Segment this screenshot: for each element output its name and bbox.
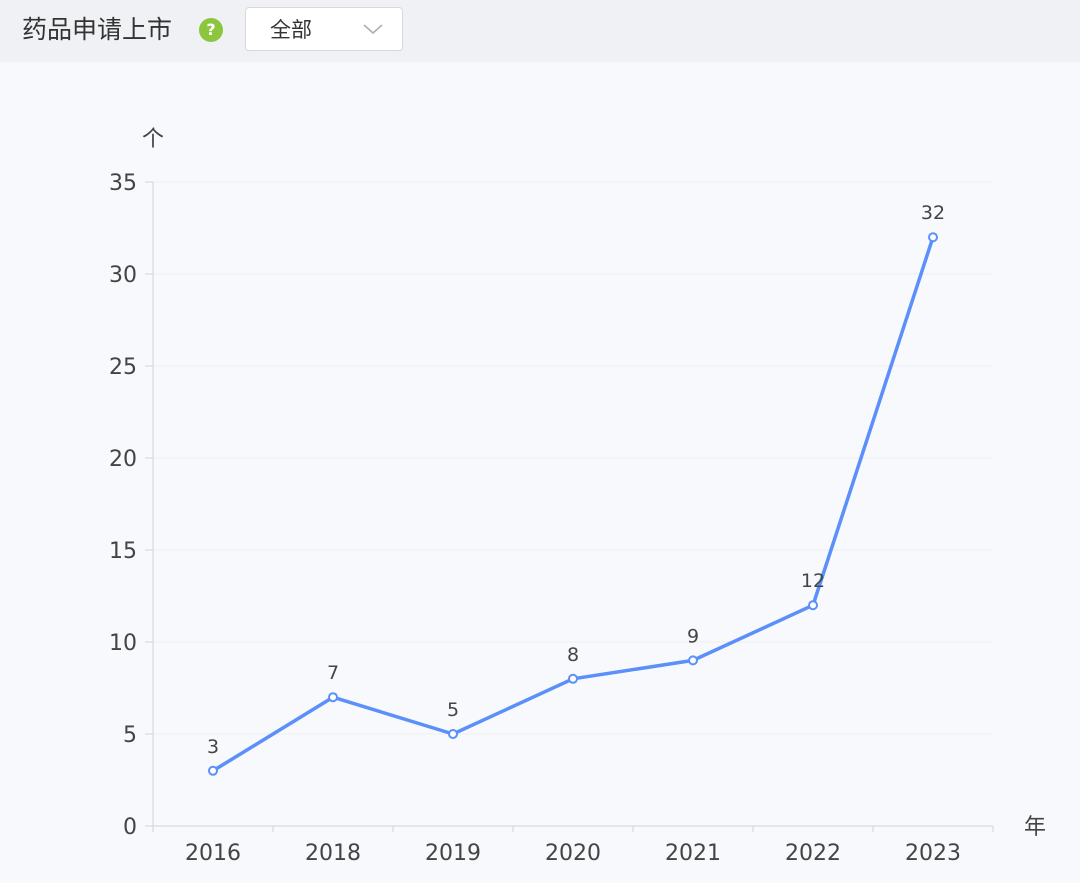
tick-labels: 051015202530352016 2018 2019 2020 2021 2022 20… [109, 127, 1046, 866]
chevron-down-icon [363, 24, 383, 35]
series [208, 232, 938, 776]
data-point [328, 692, 338, 703]
y-tick-label: 20 [109, 447, 137, 472]
filter-select[interactable]: 全部 [245, 7, 403, 51]
x-tick-label: 2016 [185, 841, 241, 866]
panel-header: 药品申请上市 ? 全部 [0, 0, 1080, 62]
data-labels: 3 7 5 8 9 12 32 [207, 202, 945, 758]
y-tick-label: 25 [109, 355, 137, 380]
x-tick-label: 2018 [305, 841, 361, 866]
data-label: 3 [207, 736, 219, 758]
data-point [808, 600, 818, 611]
page: 药品申请上市 ? 全部 0 5 10 15 20 25 30 35 2016 2018 2019 20… [0, 0, 1080, 883]
filter-select-value: 全部 [270, 18, 312, 42]
y-tick-label: 30 [109, 263, 137, 288]
y-tick-label: 5 [123, 723, 137, 748]
y-axis-label: 个 [142, 127, 164, 152]
data-label: 32 [921, 202, 945, 224]
data-label: 8 [567, 644, 579, 666]
y-tick-label: 0 [123, 815, 137, 840]
x-tick-label: 2021 [665, 841, 721, 866]
x-tick-label: 2022 [785, 841, 841, 866]
data-label: 9 [687, 625, 699, 647]
x-tick-label: 2019 [425, 841, 481, 866]
data-label: 5 [447, 699, 459, 721]
data-label: 12 [801, 570, 825, 592]
y-tick-label: 35 [109, 171, 137, 196]
data-point [928, 232, 938, 243]
data-point [208, 765, 218, 776]
x-axis-label: 年 [1024, 815, 1046, 840]
data-point [448, 729, 458, 739]
data-point [568, 673, 578, 684]
x-tick-label: 2020 [545, 841, 601, 866]
question-circle-icon[interactable]: ? [199, 18, 223, 42]
series-line [211, 235, 935, 773]
panel-title: 药品申请上市 [22, 15, 173, 44]
data-label: 7 [327, 662, 339, 684]
y-tick-label: 10 [109, 631, 137, 656]
x-tick-label: 2023 [905, 841, 961, 866]
y-tick-label: 15 [109, 539, 137, 564]
line-chart: 051015202530352016 2018 2019 2020 2021 2022 20… [109, 127, 1046, 866]
data-point [688, 655, 698, 666]
